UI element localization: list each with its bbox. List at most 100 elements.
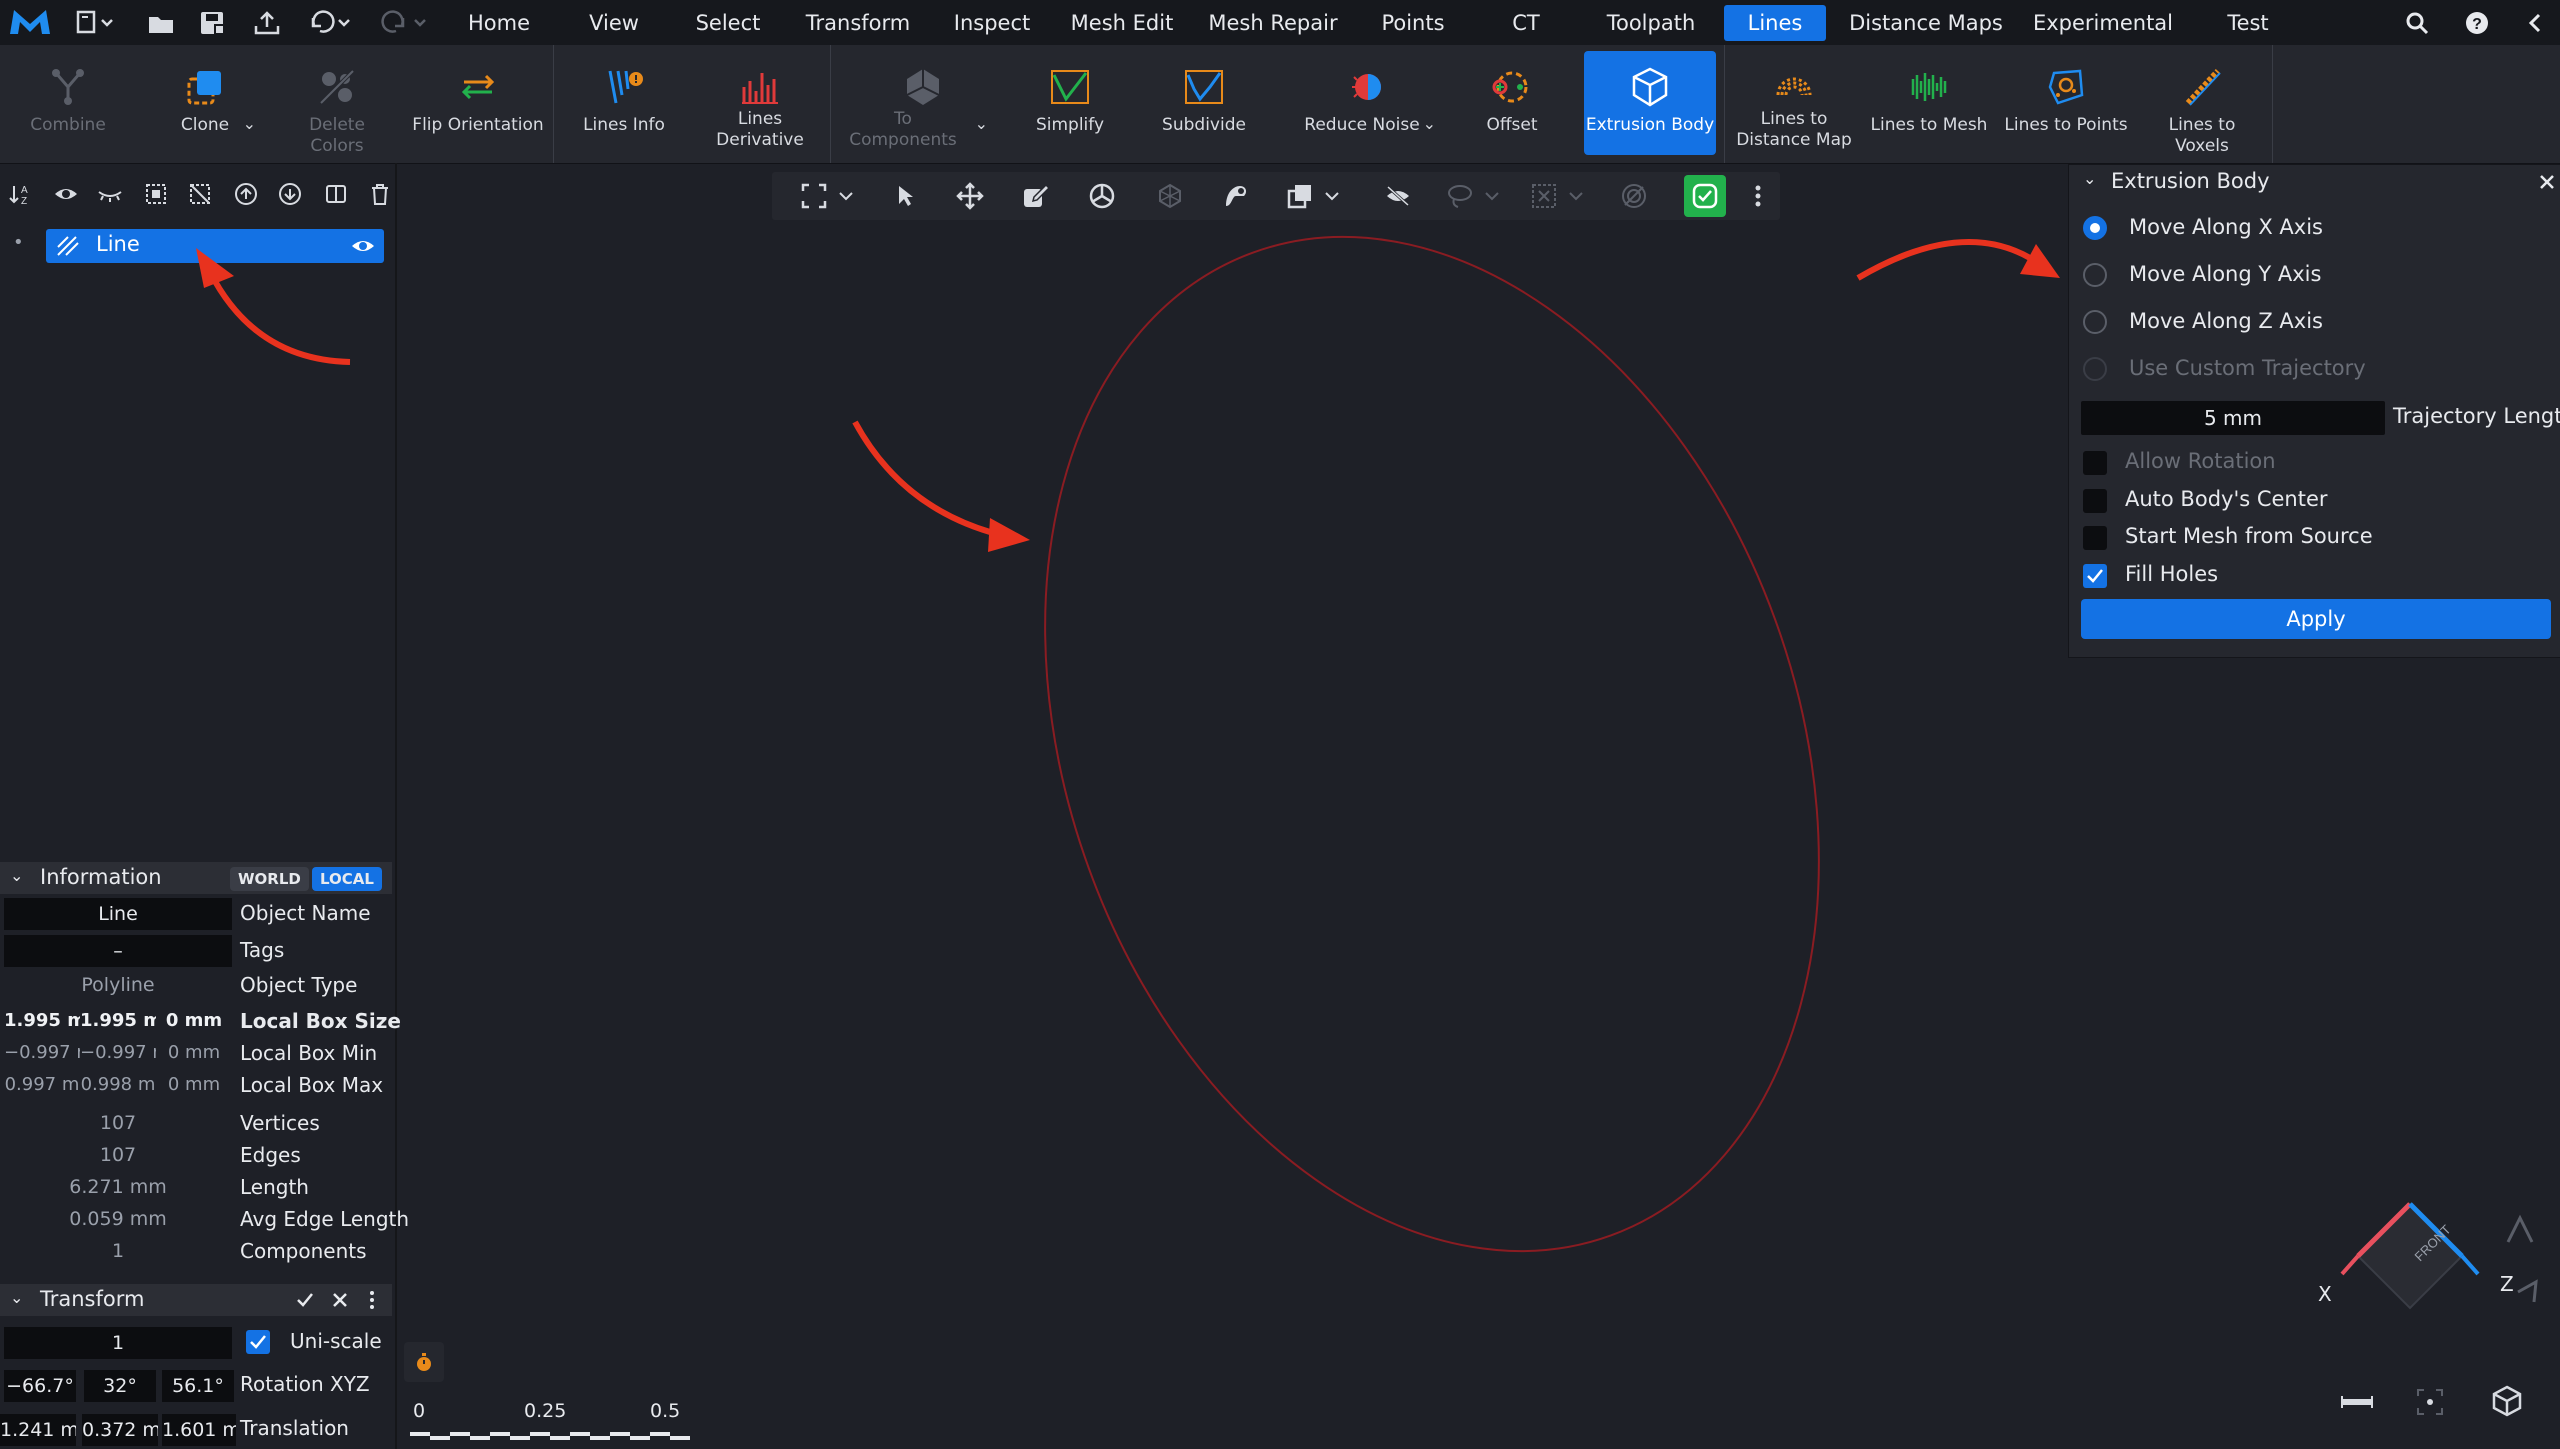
viewport-more-icon[interactable] [1742,180,1774,212]
redo-icon[interactable] [376,6,430,40]
move-down-icon[interactable] [276,180,304,208]
chevron-down-icon[interactable]: ⌄ [10,1288,23,1307]
checkbox[interactable] [2083,451,2107,475]
measure-disabled-icon[interactable] [1618,180,1650,212]
fit-selection-icon[interactable] [2414,1386,2446,1418]
extrusion-body-button[interactable]: Extrusion Body [1584,51,1716,155]
radio-button[interactable] [2083,310,2107,334]
clone-dropdown-icon[interactable]: ⌄ [243,114,256,133]
paint-select-icon[interactable] [1220,180,1252,212]
checkbox-start-mesh-from-source[interactable]: Start Mesh from Source [2079,522,2549,554]
new-file-icon[interactable] [72,6,116,40]
select-all-icon[interactable] [142,180,170,208]
combine-button[interactable]: Combine [16,51,120,155]
visibility-eye-icon[interactable] [350,237,376,255]
reset-x-icon[interactable] [332,1292,348,1308]
sort-az-icon[interactable]: AZ [8,180,36,208]
save-icon[interactable] [196,6,230,40]
reset-view-cube-icon[interactable] [2490,1384,2524,1418]
tab-inspect[interactable]: Inspect [944,5,1040,41]
radio-custom-trajectory[interactable]: Use Custom Trajectory [2079,352,2549,388]
checkbox[interactable] [2083,489,2107,513]
clear-selection-disabled-icon[interactable] [1528,180,1560,212]
duplicate-dropdown-icon[interactable] [1316,180,1348,212]
lines-to-voxels-button[interactable]: Lines to Voxels [2140,51,2264,156]
deselect-all-icon[interactable] [186,180,214,208]
reduce-noise-dropdown-icon[interactable]: ⌄ [1423,114,1436,133]
search-icon[interactable] [2400,6,2434,40]
translation-x-field[interactable]: 1.241 m [0,1414,76,1446]
translation-z-field[interactable]: 1.601 m [162,1414,236,1446]
tab-view[interactable]: View [572,5,656,41]
collapse-chevron-icon[interactable] [2518,6,2552,40]
checkbox-allow-rotation[interactable]: Allow Rotation [2079,447,2549,479]
rotate-sphere-icon[interactable] [1086,180,1118,212]
checkbox-auto-body-center[interactable]: Auto Body's Center [2079,485,2549,517]
tab-toolpath[interactable]: Toolpath [1592,5,1710,41]
move-up-icon[interactable] [232,180,260,208]
uni-scale-field[interactable]: 1 [4,1327,232,1359]
edit-transform-icon[interactable] [1020,180,1052,212]
lines-to-points-button[interactable]: Lines to Points [2002,51,2130,155]
trajectory-length-input[interactable]: 5 mm [2081,401,2385,435]
object-name-field[interactable]: Line [4,898,232,930]
flip-orientation-button[interactable]: Flip Orientation [410,51,546,155]
world-toggle[interactable]: WORLD [230,867,309,891]
orthographic-ruler-icon[interactable] [2340,1390,2374,1414]
more-options-icon[interactable] [368,1290,376,1310]
tags-field[interactable]: – [4,935,232,967]
select-pointer-icon[interactable] [890,180,922,212]
view-cube[interactable]: FRONT X Z [2312,1190,2544,1340]
help-icon[interactable]: ? [2460,6,2494,40]
lines-to-mesh-button[interactable]: Lines to Mesh [1868,51,1990,155]
lasso-dropdown-icon[interactable] [1476,180,1508,212]
tab-select[interactable]: Select [686,5,770,41]
radio-move-along-x[interactable]: Move Along X Axis [2079,211,2549,247]
tab-distance-maps[interactable]: Distance Maps [1844,5,2008,41]
rotation-y-field[interactable]: 32° [84,1370,156,1402]
to-components-button[interactable]: To Components ⌄ [848,51,998,155]
radio-move-along-y[interactable]: Move Along Y Axis [2079,258,2549,294]
split-view-icon[interactable] [322,180,350,208]
tab-mesh-repair[interactable]: Mesh Repair [1204,5,1342,41]
radio-button[interactable] [2083,357,2107,381]
simplify-button[interactable]: Simplify [1020,51,1120,155]
tree-expand-bullet[interactable]: • [13,232,24,253]
reduce-noise-button[interactable]: Reduce Noise ⌄ [1296,51,1440,155]
duplicate-icon[interactable] [1284,180,1316,212]
hide-all-icon[interactable] [96,180,124,208]
fit-dropdown-icon[interactable] [830,180,862,212]
move-arrows-icon[interactable] [954,180,986,212]
checkbox[interactable] [2083,526,2107,550]
tab-lines[interactable]: Lines [1724,5,1826,41]
hide-selected-icon[interactable] [1382,180,1414,212]
lasso-disabled-icon[interactable] [1444,180,1476,212]
tab-home[interactable]: Home [454,5,544,41]
delete-colors-button[interactable]: Delete Colors [280,51,394,156]
subdivide-button[interactable]: Subdivide [1150,51,1258,155]
tab-experimental[interactable]: Experimental [2026,5,2180,41]
export-icon[interactable] [250,6,284,40]
undo-icon[interactable] [306,6,354,40]
open-folder-icon[interactable] [144,6,178,40]
rotation-z-field[interactable]: 56.1° [162,1370,234,1402]
checkbox-fill-holes[interactable]: Fill Holes [2079,560,2549,592]
scene-tree-item-line[interactable]: Line [46,229,384,263]
information-section-header[interactable]: ⌄ Information WORLD LOCAL [0,862,392,894]
lines-derivative-button[interactable]: Lines Derivative [700,51,820,155]
chevron-down-icon[interactable]: ⌄ [2083,169,2096,188]
apply-button[interactable]: Apply [2081,599,2551,639]
tab-transform[interactable]: Transform [796,5,920,41]
tab-mesh-edit[interactable]: Mesh Edit [1064,5,1180,41]
tab-points[interactable]: Points [1368,5,1458,41]
local-toggle[interactable]: LOCAL [312,867,382,891]
radio-button[interactable] [2083,216,2107,240]
to-components-dropdown-icon[interactable]: ⌄ [975,114,988,133]
chevron-down-icon[interactable]: ⌄ [10,866,23,885]
radio-move-along-z[interactable]: Move Along Z Axis [2079,305,2549,341]
lines-info-button[interactable]: Lines Info [566,51,682,155]
close-icon[interactable] [2539,174,2555,190]
clone-button[interactable]: Clone ⌄ [150,51,260,155]
tab-ct[interactable]: CT [1494,5,1558,41]
apply-check-icon[interactable] [296,1292,314,1308]
